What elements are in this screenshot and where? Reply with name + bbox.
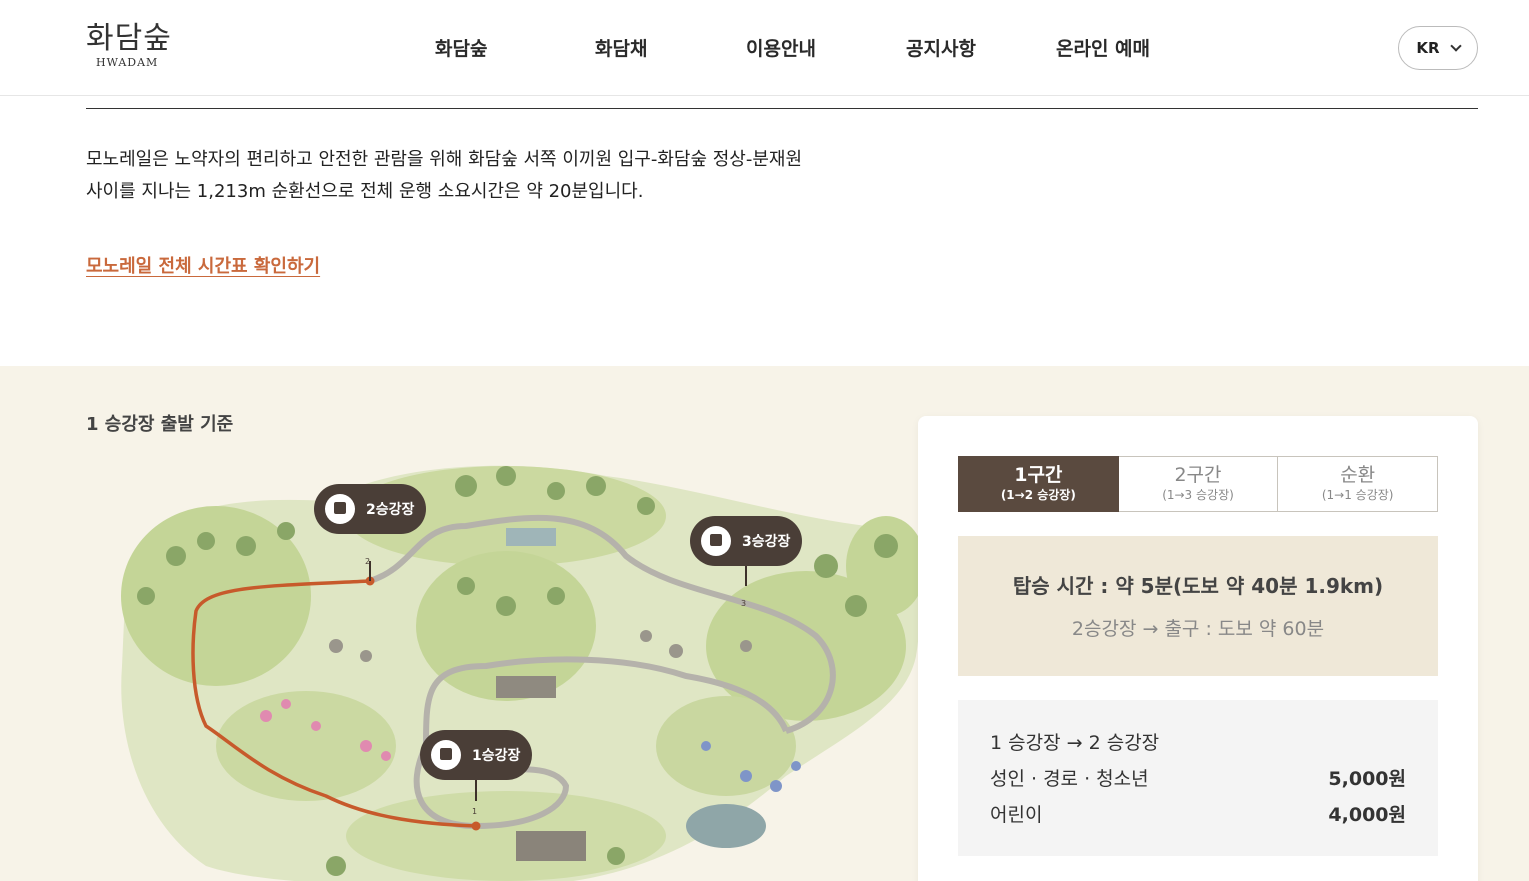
station-2-marker: 2: [365, 557, 370, 566]
tab-subtitle: (1→2 승강장): [1000, 488, 1076, 502]
map-hill-south: [346, 791, 666, 881]
nav-item-guide[interactable]: 이용안내: [746, 34, 816, 61]
fare-route: 1 승강장 → 2 승강장: [990, 728, 1159, 755]
tab-loop[interactable]: 순환 (1→1 승강장): [1278, 456, 1439, 512]
timetable-link[interactable]: 모노레일 전체 시간표 확인하기: [86, 252, 320, 278]
station-3-label: 3승강장: [742, 533, 791, 550]
tab-title: 1구간: [1014, 464, 1063, 486]
fare-value: 5,000원: [1328, 768, 1406, 790]
nav-item-booking[interactable]: 온라인 예매: [1056, 34, 1150, 61]
nav-item-notice[interactable]: 공지사항: [906, 34, 976, 61]
chevron-down-icon: [1449, 40, 1462, 52]
section-tabs: 1구간 (1→2 승강장) 2구간 (1→3 승강장) 순환 (1→1 승강장): [958, 456, 1439, 512]
route-point-1: [471, 821, 481, 831]
arrow-right-icon: →: [1066, 732, 1089, 754]
arrow-right-icon: →: [1142, 618, 1165, 640]
language-label: KR: [1416, 39, 1440, 57]
ride-time: 탑승 시간 : 약 5분(도보 약 40분 1.9km): [1012, 574, 1384, 598]
tab-title: 2구간: [1174, 464, 1222, 486]
station-3-marker: 3: [741, 599, 746, 608]
fare-row-adult: 성인 · 경로 · 청소년 5,000원: [990, 764, 1406, 791]
tab-section-2[interactable]: 2구간 (1→3 승강장): [1118, 456, 1279, 512]
description-line-2: 사이를 지나는 1,213m 순환선으로 전체 운행 소요시간은 약 20분입니…: [86, 181, 644, 202]
tab-title: 순환: [1340, 464, 1376, 486]
tab-section-1[interactable]: 1구간 (1→2 승강장): [958, 456, 1119, 512]
map-pond: [686, 804, 766, 848]
fare-from: 1 승강장: [990, 732, 1061, 754]
language-selector[interactable]: KR: [1398, 26, 1478, 70]
tab-subtitle: (1→3 승강장): [1162, 488, 1234, 502]
fare-row-child: 어린이 4,000원: [990, 800, 1406, 827]
monorail-description: 모노레일은 노약자의 편리하고 안전한 관람을 위해 화담숲 서쪽 이끼원 입구…: [86, 144, 886, 208]
station-2-label: 2승강장: [366, 501, 415, 518]
description-line-1: 모노레일은 노약자의 편리하고 안전한 관람을 위해 화담숲 서쪽 이끼원 입구…: [86, 149, 803, 170]
fare-label: 성인 · 경로 · 청소년: [990, 768, 1149, 790]
nav-item-hwadamchae[interactable]: 화담채: [595, 34, 647, 61]
divider: [86, 108, 1478, 109]
walk-from: 2승강장: [1071, 618, 1137, 640]
map-label: 1 승강장 출발 기준: [86, 414, 234, 435]
nav-item-hwadamsup[interactable]: 화담숲: [435, 34, 487, 61]
fare-value: 4,000원: [1328, 804, 1406, 826]
ride-time-box: 탑승 시간 : 약 5분(도보 약 40분 1.9km) 2승강장 → 출구 :…: [958, 536, 1438, 676]
fare-box: 1 승강장 → 2 승강장 성인 · 경로 · 청소년 5,000원 어린이 4…: [958, 700, 1438, 856]
site-header: 화담숲 HWADAM 화담숲 화담채 이용안내 공지사항 온라인 예매 KR: [0, 0, 1529, 96]
walk-to: 출구 : 도보 약 60분: [1164, 618, 1325, 640]
station-1-marker: 1: [472, 807, 477, 816]
fare-card: 1구간 (1→2 승강장) 2구간 (1→3 승강장) 순환 (1→1 승강장)…: [918, 416, 1478, 881]
monorail-map: 2승강장 2 3승강장 3 1승강장 1: [121, 465, 926, 881]
walk-time: 2승강장 → 출구 : 도보 약 60분: [958, 614, 1438, 641]
fare-label: 어린이: [990, 804, 1043, 826]
tab-subtitle: (1→1 승강장): [1321, 488, 1394, 502]
station-1-label: 1승강장: [472, 747, 521, 764]
main-nav: 화담숲 화담채 이용안내 공지사항 온라인 예매: [0, 34, 1529, 62]
route-section: 1 승강장 출발 기준 2승강장 2 3승강장 3 1승강장 1 1구간 (1→…: [0, 366, 1529, 881]
fare-to: 2 승강장: [1088, 732, 1160, 754]
